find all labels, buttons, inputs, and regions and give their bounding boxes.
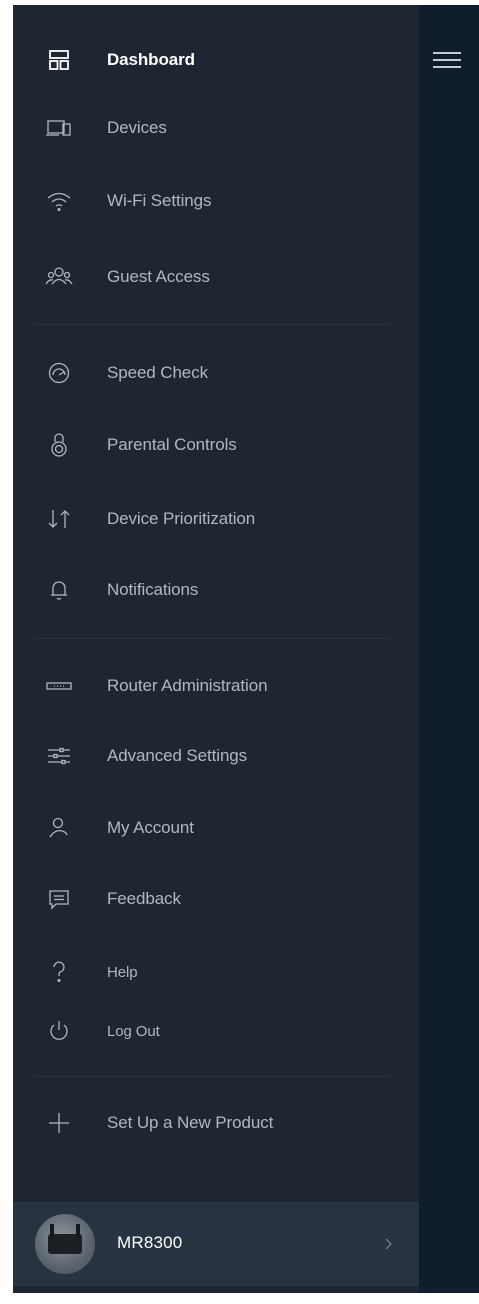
menu-item-feedback[interactable]: Feedback bbox=[13, 877, 419, 921]
devices-icon bbox=[45, 114, 73, 142]
up-down-arrows-icon bbox=[45, 505, 73, 533]
menu-item-label: My Account bbox=[107, 818, 194, 837]
menu-item-parental-controls[interactable]: Parental Controls bbox=[13, 423, 419, 467]
menu-item-set-up-new-product[interactable]: Set Up a New Product bbox=[13, 1101, 419, 1145]
menu-item-label: Dashboard bbox=[107, 50, 195, 69]
menu-item-label: Notifications bbox=[107, 580, 199, 599]
wifi-icon bbox=[45, 187, 73, 215]
person-icon bbox=[45, 814, 73, 842]
dashboard-icon bbox=[45, 46, 73, 74]
menu-item-devices[interactable]: Devices bbox=[13, 106, 419, 150]
padlock-icon bbox=[45, 431, 73, 459]
menu-item-label: Feedback bbox=[107, 889, 181, 908]
menu-divider bbox=[35, 324, 389, 325]
bell-icon bbox=[45, 576, 73, 604]
menu-item-dashboard[interactable]: Dashboard bbox=[13, 38, 419, 82]
menu-item-label: Device Prioritization bbox=[107, 509, 256, 528]
menu-item-speed-check[interactable]: Speed Check bbox=[13, 351, 419, 395]
plus-icon bbox=[45, 1109, 73, 1137]
chat-bubble-icon bbox=[45, 885, 73, 913]
device-row[interactable]: MR8300 bbox=[13, 1202, 419, 1286]
menu-item-label: Log Out bbox=[107, 1022, 160, 1040]
menu-item-label: Wi-Fi Settings bbox=[107, 191, 212, 210]
menu-item-advanced-settings[interactable]: Advanced Settings bbox=[13, 734, 419, 778]
menu-item-label: Advanced Settings bbox=[107, 746, 248, 765]
hamburger-menu-icon[interactable] bbox=[433, 48, 461, 70]
menu-item-my-account[interactable]: My Account bbox=[13, 806, 419, 850]
question-mark-icon bbox=[45, 958, 73, 986]
menu-item-wifi-settings[interactable]: Wi-Fi Settings bbox=[13, 179, 419, 223]
menu-item-label: Set Up a New Product bbox=[107, 1113, 274, 1132]
menu-item-label: Parental Controls bbox=[107, 435, 237, 454]
navigation-menu: Dashboard Devices Wi-Fi Settings Guest A… bbox=[13, 5, 419, 1293]
menu-item-guest-access[interactable]: Guest Access bbox=[13, 255, 419, 299]
menu-item-device-prioritization[interactable]: Device Prioritization bbox=[13, 497, 419, 541]
guest-access-icon bbox=[45, 263, 73, 291]
device-name: MR8300 bbox=[117, 1233, 183, 1252]
menu-item-help[interactable]: Help bbox=[13, 950, 419, 994]
menu-item-label: Devices bbox=[107, 118, 167, 137]
menu-item-notifications[interactable]: Notifications bbox=[13, 568, 419, 612]
menu-item-label: Router Administration bbox=[107, 676, 268, 695]
menu-item-label: Help bbox=[107, 963, 138, 981]
speedometer-icon bbox=[45, 359, 73, 387]
power-icon bbox=[45, 1017, 73, 1045]
router-avatar bbox=[35, 1214, 95, 1274]
menu-item-router-administration[interactable]: Router Administration bbox=[13, 664, 419, 708]
content-area bbox=[419, 5, 479, 1293]
menu-item-log-out[interactable]: Log Out bbox=[13, 1009, 419, 1053]
menu-divider bbox=[35, 638, 389, 639]
chevron-right-icon bbox=[379, 1232, 399, 1256]
menu-divider bbox=[35, 1076, 389, 1077]
router-icon bbox=[45, 672, 73, 700]
menu-item-label: Guest Access bbox=[107, 267, 210, 286]
sliders-icon bbox=[45, 742, 73, 770]
menu-item-label: Speed Check bbox=[107, 363, 208, 382]
